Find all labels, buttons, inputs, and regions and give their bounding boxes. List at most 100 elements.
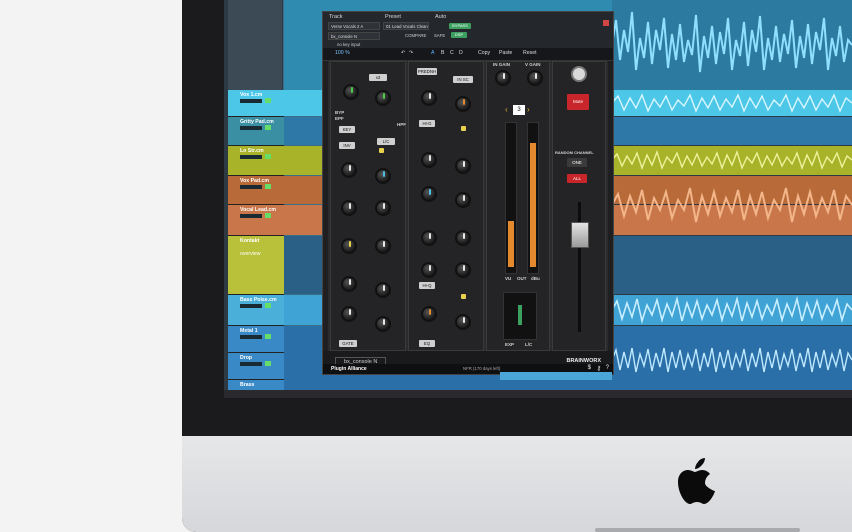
hiq-button[interactable]: HI-Q [419,282,435,289]
chevron-left-icon[interactable]: ‹ [505,105,508,114]
track-name: Brass [240,382,255,388]
bypass-button[interactable]: BYPASS [449,23,471,29]
auto-label: Auto [435,14,447,20]
ratio-knob[interactable] [341,162,357,178]
eq-gain-knob[interactable] [455,262,471,278]
plugin-alliance-logo: Plugin Alliance [331,366,367,372]
random-channel-label: RANDOM CHANNEL [555,150,594,155]
track-select[interactable]: Verse Vocals 2 A [328,22,380,30]
eq-gain-knob[interactable] [455,158,471,174]
preset-select[interactable]: 01 Lead Vocals Clean [383,22,429,30]
in-gain-knob[interactable] [495,70,511,86]
snapshot-b[interactable]: B [441,50,444,56]
eq-button[interactable]: EQ [419,340,435,347]
input-meter [505,122,517,274]
dollar-icon[interactable]: $ [588,365,591,371]
snapshot-d[interactable]: D [459,50,463,56]
eq-freq-knob[interactable] [421,152,437,168]
snapshot-c[interactable]: C [450,50,454,56]
waveform [612,295,852,325]
gate-hold-knob[interactable] [341,306,357,322]
plugin-header: Track Preset Auto Verse Vocals 2 A bx_co… [323,12,613,48]
eq-freq-knob[interactable] [421,262,437,278]
eq-gain-knob[interactable] [455,230,471,246]
redo-icon[interactable]: ↷ [409,50,413,56]
key-icon[interactable]: ⚷ [597,365,601,372]
eq-freq-knob[interactable] [421,230,437,246]
eq-q-knob[interactable] [455,314,471,330]
insc-button[interactable]: IN SC [453,76,473,83]
track-name: Bass Poise.cm [240,297,277,303]
gate-thresh-knob[interactable] [341,238,357,254]
gate-attack-knob[interactable] [341,276,357,292]
eq-q-knob[interactable] [421,306,437,322]
lc-led [379,148,384,153]
eq-gain-knob[interactable] [455,192,471,208]
compare-button[interactable]: COMPARE [405,33,426,38]
imac-stand-edge [595,528,800,532]
knob-label: BYP [335,110,345,115]
plugin-toolbar: 100 % ↶ ↷ A B C D Copy Paste Reset [323,48,613,61]
zoom-select[interactable]: 100 % [335,50,350,56]
track-row[interactable]: Drop [228,353,284,380]
track-row[interactable]: Vox Pad.cm [228,176,284,205]
track-row[interactable]: Bass Poise.cm [228,295,284,326]
waveform [612,149,852,171]
reset-button[interactable]: Reset [523,50,537,56]
knob-label: EPF [335,116,344,121]
paste-button[interactable]: Paste [499,50,512,56]
track-meter [265,184,271,189]
hpf-knob[interactable] [343,84,359,100]
waveform [612,0,852,90]
chevron-right-icon[interactable]: › [527,105,530,114]
settings-icon[interactable] [571,66,587,82]
undo-icon[interactable]: ↶ [401,50,405,56]
insert-select[interactable]: bx_console N [328,32,380,40]
key-button[interactable]: KEY [339,126,355,133]
track-row[interactable]: Gritty Pad.cm [228,117,284,146]
attack-knob[interactable] [341,200,357,216]
vu-label: VU [505,276,512,281]
track-row[interactable]: Lo Str.cm [228,146,284,176]
timeline-scrollbar[interactable] [500,372,612,380]
safe-button[interactable]: SAFE [434,33,445,38]
dynamics-column: x3 BYP EPF HPF KEY INV L/C GATE [330,61,406,351]
mute-button[interactable]: Mute [567,94,589,110]
x3-button[interactable]: x3 [369,74,387,81]
help-icon[interactable]: ? [606,365,609,371]
snapshot-a[interactable]: A [431,50,434,56]
channel-selector[interactable]: ‹ 3 › [505,104,533,116]
lpf-knob[interactable] [375,90,391,106]
gate-release-knob[interactable] [375,282,391,298]
gate-range-knob[interactable] [375,238,391,254]
eq-led [461,294,466,299]
gr-meter [503,292,537,340]
one-button[interactable]: ONE [567,158,587,167]
close-icon[interactable] [603,20,609,26]
track-row[interactable]: Metal 1 [228,326,284,353]
lc-button[interactable]: L/C [377,138,395,145]
plugin-window: Track Preset Auto Verse Vocals 2 A bx_co… [322,11,614,375]
track-row[interactable]: Vox 1.cm [228,90,284,117]
prednh-button[interactable]: PREDNH [417,68,437,75]
copy-button[interactable]: Copy [478,50,490,56]
hig-button[interactable]: HI-G [419,120,435,127]
gate-button[interactable]: GATE [339,340,357,347]
key-input-select[interactable]: no key input [337,42,360,47]
gate-hyst-knob[interactable] [375,316,391,332]
eq-led [461,126,466,131]
threshold-knob[interactable] [375,168,391,184]
release-knob[interactable] [375,200,391,216]
eq-freq-knob[interactable] [421,186,437,202]
v-gain-knob[interactable] [527,70,543,86]
inv-button[interactable]: INV [339,142,355,149]
daw-bottom-bar [224,390,852,398]
all-button[interactable]: ALL [567,174,587,183]
dsp-button[interactable]: DSP [451,32,467,38]
eq-band-knob[interactable] [455,96,471,112]
track-row[interactable]: Kontakt overview [228,236,284,295]
output-fader[interactable] [571,222,589,248]
eq-band-knob[interactable] [421,90,437,106]
track-name: Metal 1 [240,328,258,334]
track-row[interactable]: Vocal Lead.cm [228,205,284,236]
